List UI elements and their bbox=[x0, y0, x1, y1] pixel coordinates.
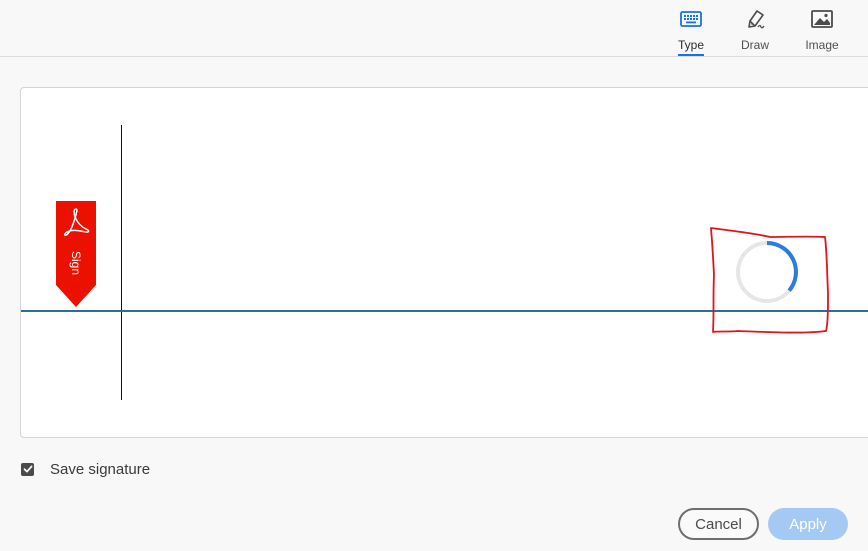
tab-draw[interactable]: Draw bbox=[727, 6, 783, 56]
keyboard-icon bbox=[680, 11, 702, 27]
sign-here-badge: Sign bbox=[56, 201, 96, 307]
tab-image-label: Image bbox=[805, 38, 839, 52]
tab-image[interactable]: Image bbox=[794, 6, 850, 56]
save-signature-checkbox[interactable] bbox=[21, 462, 34, 476]
pen-icon bbox=[748, 10, 765, 29]
mode-toolbar: Type Draw Image bbox=[0, 0, 868, 57]
tab-draw-label: Draw bbox=[740, 38, 769, 52]
save-signature-label: Save signature bbox=[50, 460, 151, 478]
loading-spinner bbox=[736, 241, 798, 303]
signature-input-area[interactable]: Sign bbox=[20, 87, 868, 438]
apply-button[interactable]: Apply bbox=[768, 508, 848, 540]
cancel-button[interactable]: Cancel bbox=[678, 508, 759, 540]
sign-badge-label: Sign bbox=[69, 250, 83, 276]
tab-type-label: Type bbox=[677, 38, 704, 52]
active-tab-indicator bbox=[678, 54, 704, 56]
image-icon bbox=[811, 10, 833, 28]
save-signature-row: Save signature bbox=[21, 459, 150, 479]
checkmark-icon bbox=[23, 465, 32, 473]
text-cursor bbox=[121, 125, 122, 400]
tab-type[interactable]: Type bbox=[663, 6, 719, 56]
